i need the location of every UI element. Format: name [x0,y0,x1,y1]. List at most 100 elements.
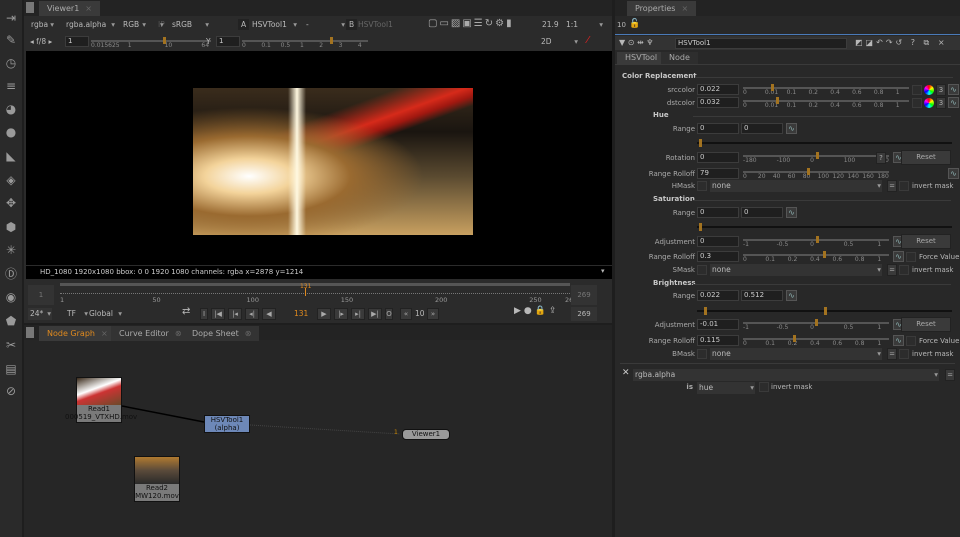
force-value-checkbox[interactable] [906,252,916,262]
param-value-field[interactable]: 0 [697,152,739,163]
paint-icon[interactable]: ⁄ [587,35,589,46]
display-dropdown[interactable]: RGB [121,19,147,31]
collapse-icon[interactable]: ▼ ⊙ ⇹ ♆ [619,38,653,47]
tab-viewer1[interactable]: Viewer1 × [39,1,100,16]
tab-properties[interactable]: Properties × [627,1,697,16]
param-slider[interactable]: -180-1000100180 [743,152,889,164]
last-frame-button[interactable]: ▶| [368,308,382,320]
mask-link-button[interactable]: = [887,348,897,360]
slider-handle[interactable] [807,168,811,175]
tab-hsvtool[interactable]: HSVTool [617,52,666,64]
slider-handle[interactable] [814,319,818,326]
timeline-end[interactable]: 269 [571,285,597,305]
wipe-dropdown[interactable]: - [304,19,346,31]
zoom-dropdown[interactable]: 1:1 [564,19,604,31]
slider-handle[interactable] [792,335,796,342]
lock-icon[interactable]: 🔓 [629,19,640,29]
step-forward-button[interactable]: » [427,308,439,320]
mask-enable-checkbox[interactable] [697,349,707,359]
step-back-button[interactable]: « [400,308,412,320]
pane-menu-icon[interactable] [26,2,34,13]
max-panels-field[interactable]: 10 [617,21,626,29]
reset-button[interactable]: Reset [901,234,951,249]
mask-dropdown[interactable]: none [710,180,882,192]
is-dropdown[interactable]: hue [697,382,755,394]
plugins-icon[interactable]: ⊘ [3,383,19,399]
lut-dropdown[interactable]: sRGB [170,19,210,31]
range-max-field[interactable]: 0.512 [741,290,783,301]
help-button[interactable]: ? [876,152,886,164]
param-value-field[interactable]: 0 [697,236,739,247]
param-slider[interactable]: 0 20 40 60 80 100 120 140 160 180 [743,168,889,180]
slider-handle[interactable] [776,97,780,104]
param-value-field[interactable]: 0.115 [697,335,739,346]
prev-keyframe-button[interactable]: |◂ [228,308,242,320]
merge-icon[interactable]: ◈ [3,172,19,188]
ip-button[interactable]: IP [156,19,165,31]
channel-count-button[interactable]: 3 [936,84,946,96]
range-min-field[interactable]: 0.022 [697,290,739,301]
viewer-icon[interactable]: ⇥ [3,10,19,26]
input-b-dropdown[interactable]: HSVTool1 [358,20,393,29]
slider-handle[interactable] [330,37,334,44]
info-toggle-icon[interactable]: ▾ [601,267,605,275]
gamma-field[interactable]: 1 [216,36,240,47]
param-value-field[interactable]: 0.032 [697,97,739,108]
panel-buttons[interactable]: ◩◪↶↷↺ ? ⧉ × [855,38,948,48]
alpha-channel-dropdown[interactable]: rgba.alpha [64,19,116,31]
draw-icon[interactable]: ✎ [3,32,19,48]
node-viewer1[interactable]: Viewer1 [402,429,450,440]
range-max-field[interactable]: 0 [741,207,783,218]
fstop-control[interactable]: ◂ f/8 ▸ [30,37,52,46]
range-handle[interactable] [704,307,707,315]
range-min-field[interactable]: 0 [697,207,739,218]
range-handle[interactable] [699,223,702,231]
close-icon[interactable]: × [85,4,92,13]
param-value-field[interactable]: 79 [697,168,739,179]
range-handle[interactable] [699,139,702,147]
range-track[interactable] [697,226,952,228]
slider-handle[interactable] [823,251,827,258]
viewer-tool-icons[interactable]: ▢▭▨▣☰↻⚙▮ [428,18,514,29]
param-slider[interactable]: 0 0.1 0.2 0.4 0.6 0.8 1 [743,335,889,347]
time-icon[interactable]: ◷ [3,55,19,71]
end-frame-field[interactable]: 269 [571,307,597,321]
mask-channel-dropdown[interactable]: rgba.alpha [633,369,939,381]
viewport[interactable] [26,51,612,265]
fps-dropdown[interactable]: 24* [28,308,52,320]
animation-curve-icon[interactable]: ∿ [786,290,797,301]
animation-curve-icon[interactable]: ∿ [786,207,797,218]
mask-link-button[interactable]: = [887,264,897,276]
channel-count-button[interactable]: 3 [936,97,946,109]
3d-icon[interactable]: ⬢ [3,219,19,235]
animation-curve-icon[interactable]: ∿ [893,335,904,346]
deep-icon[interactable]: Ⓓ [3,266,19,282]
force-value-checkbox[interactable] [906,336,916,346]
animation-curve-icon[interactable]: ∿ [893,251,904,262]
particles-icon[interactable]: ✳ [3,242,19,258]
slider-handle[interactable] [163,37,166,44]
close-icon[interactable]: × [681,4,688,13]
slider-handle[interactable] [771,84,775,91]
invert-mask-checkbox[interactable] [899,265,909,275]
param-slider[interactable]: 0 0.1 0.2 0.4 0.6 0.8 1 [743,251,889,263]
reset-button[interactable]: Reset [901,317,951,332]
views-icon[interactable]: ◉ [3,289,19,305]
param-value-field[interactable]: -0.01 [697,319,739,330]
toolsets-icon[interactable]: ✂ [3,337,19,353]
color-wheel-icon[interactable] [924,85,934,95]
in-point-button[interactable]: I [200,308,208,320]
timeline-slider[interactable]: 150100150200250269131 [60,283,577,305]
gamma-slider[interactable]: 0 0.1 0.5 1 2 3 4 [242,37,368,49]
keyer-icon[interactable]: ◣ [3,148,19,164]
range-max-field[interactable]: 0 [741,123,783,134]
color-swatch[interactable] [912,98,922,108]
param-slider[interactable]: 0 0.01 0.1 0.2 0.4 0.6 0.8 1 [743,84,909,96]
mask-dropdown[interactable]: none [710,264,882,276]
input-a-dropdown[interactable]: HSVTool1 [250,19,298,31]
tab-node[interactable]: Node [661,52,698,64]
play-backward-button[interactable]: ◀ [262,308,276,320]
slider-handle[interactable] [816,152,819,159]
channel-icon[interactable]: ≡ [3,78,19,94]
other-icon[interactable]: ▤ [3,361,19,377]
